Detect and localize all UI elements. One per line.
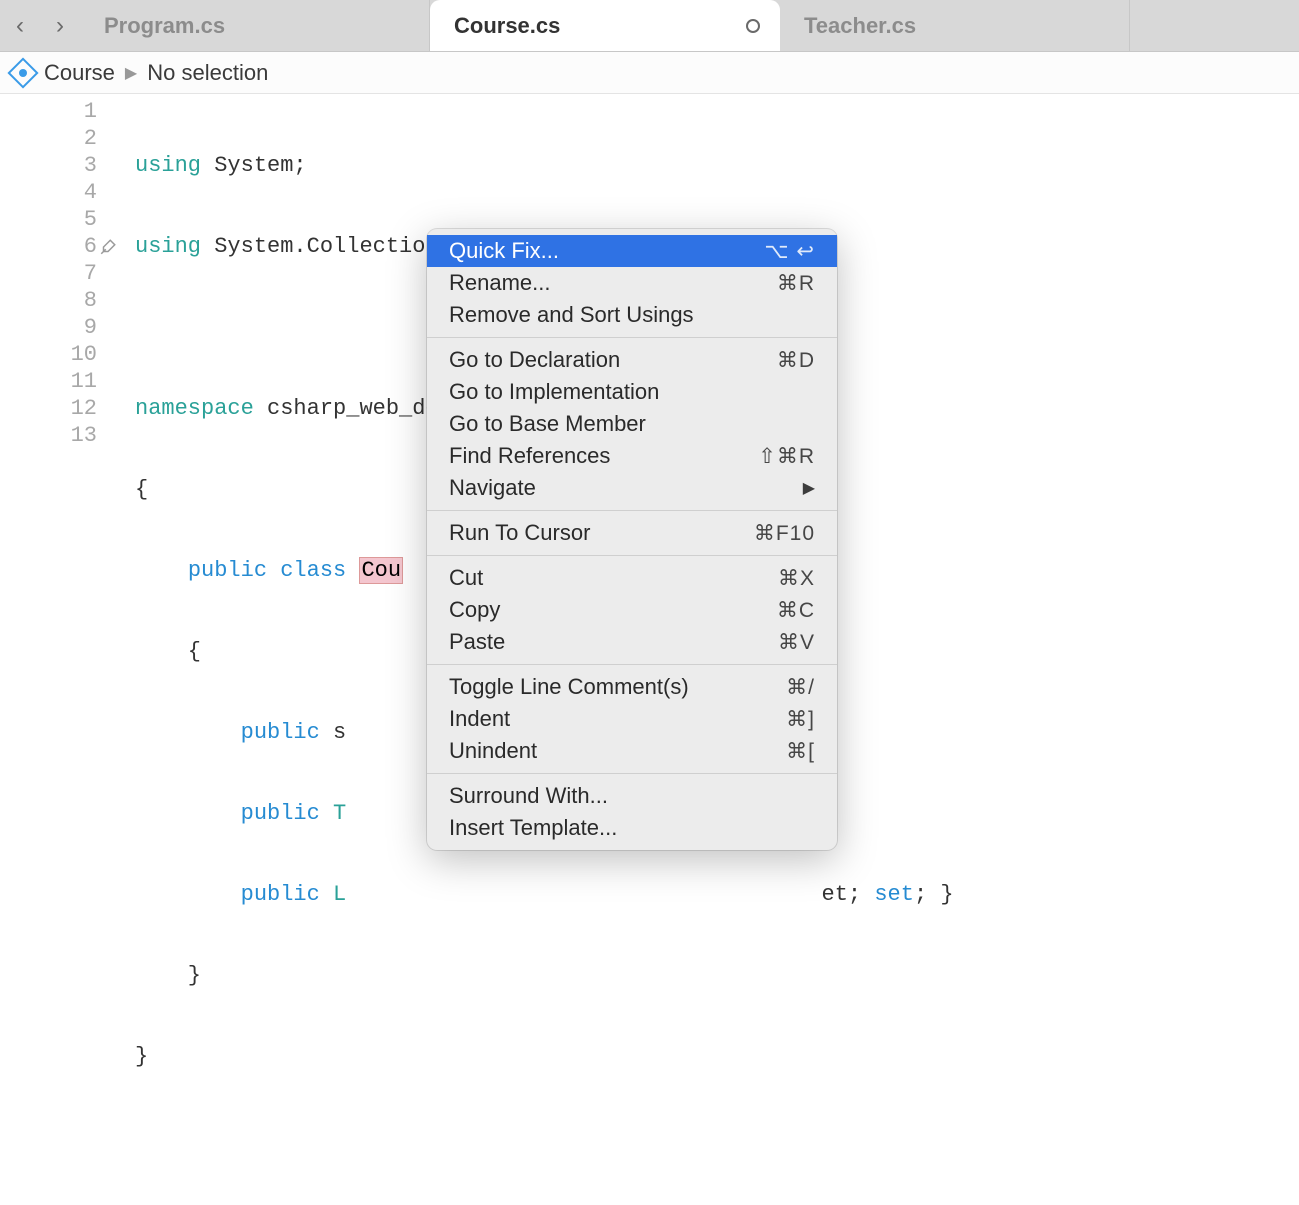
line-number: 10 (0, 341, 97, 368)
menu-label: Surround With... (449, 783, 608, 809)
line-number: 9 (0, 314, 97, 341)
menu-shortcut: ⌘] (786, 707, 815, 732)
line-number: 2 (0, 125, 97, 152)
line-gutter: 1 2 3 4 5 6 7 8 9 10 11 12 13 (0, 98, 135, 1205)
menu-shortcut: ⇧⌘R (758, 444, 815, 469)
line-number: 3 (0, 152, 97, 179)
breadcrumb-item[interactable]: Course (44, 60, 115, 86)
context-menu: Quick Fix... ⌥ ↩ Rename... ⌘R Remove and… (427, 229, 837, 850)
menu-go-implementation[interactable]: Go to Implementation (427, 376, 837, 408)
menu-label: Go to Implementation (449, 379, 659, 405)
line-number: 1 (0, 98, 97, 125)
line-number: 13 (0, 422, 97, 449)
menu-label: Copy (449, 597, 500, 623)
menu-surround-with[interactable]: Surround With... (427, 780, 837, 812)
line-number: 6 (0, 233, 97, 260)
quickfix-icon[interactable] (98, 237, 118, 257)
menu-insert-template[interactable]: Insert Template... (427, 812, 837, 844)
menu-shortcut: ⌘C (777, 598, 815, 623)
breadcrumb: Course ▶ No selection (0, 52, 1299, 94)
menu-separator (427, 510, 837, 511)
chevron-right-icon: ▶ (125, 63, 137, 83)
menu-label: Quick Fix... (449, 238, 559, 264)
menu-indent[interactable]: Indent ⌘] (427, 703, 837, 735)
menu-separator (427, 337, 837, 338)
menu-paste[interactable]: Paste ⌘V (427, 626, 837, 658)
line-number: 5 (0, 206, 97, 233)
menu-shortcut: ⌘X (778, 566, 815, 591)
menu-label: Toggle Line Comment(s) (449, 674, 689, 700)
menu-rename[interactable]: Rename... ⌘R (427, 267, 837, 299)
line-number: 11 (0, 368, 97, 395)
menu-label: Cut (449, 565, 483, 591)
line-number: 12 (0, 395, 97, 422)
breadcrumb-item[interactable]: No selection (147, 60, 268, 86)
class-icon (7, 57, 38, 88)
tab-program[interactable]: Program.cs (80, 0, 430, 51)
tab-close-indicator[interactable] (746, 19, 760, 33)
menu-navigate[interactable]: Navigate ▶ (427, 472, 837, 504)
menu-label: Go to Declaration (449, 347, 620, 373)
menu-label: Navigate (449, 475, 536, 501)
nav-back-button[interactable]: ‹ (0, 0, 40, 51)
menu-label: Paste (449, 629, 505, 655)
menu-copy[interactable]: Copy ⌘C (427, 594, 837, 626)
nav-forward-button[interactable]: › (40, 0, 80, 51)
menu-label: Insert Template... (449, 815, 617, 841)
menu-shortcut: ⌥ ↩ (764, 239, 815, 264)
line-number: 4 (0, 179, 97, 206)
line-number: 8 (0, 287, 97, 314)
menu-label: Remove and Sort Usings (449, 302, 694, 328)
menu-go-base-member[interactable]: Go to Base Member (427, 408, 837, 440)
menu-shortcut: ⌘V (778, 630, 815, 655)
menu-label: Find References (449, 443, 610, 469)
menu-quick-fix[interactable]: Quick Fix... ⌥ ↩ (427, 235, 837, 267)
tab-bar: ‹ › Program.cs Course.cs Teacher.cs (0, 0, 1299, 52)
tab-label: Program.cs (104, 13, 225, 39)
tab-label: Teacher.cs (804, 13, 916, 39)
menu-separator (427, 664, 837, 665)
menu-separator (427, 773, 837, 774)
menu-shortcut: ⌘R (777, 271, 815, 296)
tab-teacher[interactable]: Teacher.cs (780, 0, 1130, 51)
menu-separator (427, 555, 837, 556)
menu-label: Indent (449, 706, 510, 732)
menu-shortcut: ⌘[ (786, 739, 815, 764)
menu-label: Unindent (449, 738, 537, 764)
menu-toggle-comment[interactable]: Toggle Line Comment(s) ⌘/ (427, 671, 837, 703)
tab-course[interactable]: Course.cs (430, 0, 780, 51)
menu-unindent[interactable]: Unindent ⌘[ (427, 735, 837, 767)
menu-shortcut: ⌘/ (786, 675, 815, 700)
menu-run-to-cursor[interactable]: Run To Cursor ⌘F10 (427, 517, 837, 549)
menu-find-references[interactable]: Find References ⇧⌘R (427, 440, 837, 472)
menu-label: Run To Cursor (449, 520, 590, 546)
menu-label: Rename... (449, 270, 551, 296)
submenu-arrow-icon: ▶ (803, 478, 815, 498)
selected-identifier: Cou (359, 557, 403, 584)
menu-cut[interactable]: Cut ⌘X (427, 562, 837, 594)
line-number: 7 (0, 260, 97, 287)
menu-shortcut: ⌘F10 (754, 521, 815, 546)
menu-remove-sort-usings[interactable]: Remove and Sort Usings (427, 299, 837, 331)
menu-go-declaration[interactable]: Go to Declaration ⌘D (427, 344, 837, 376)
tab-label: Course.cs (454, 13, 560, 39)
menu-label: Go to Base Member (449, 411, 646, 437)
menu-shortcut: ⌘D (777, 348, 815, 373)
